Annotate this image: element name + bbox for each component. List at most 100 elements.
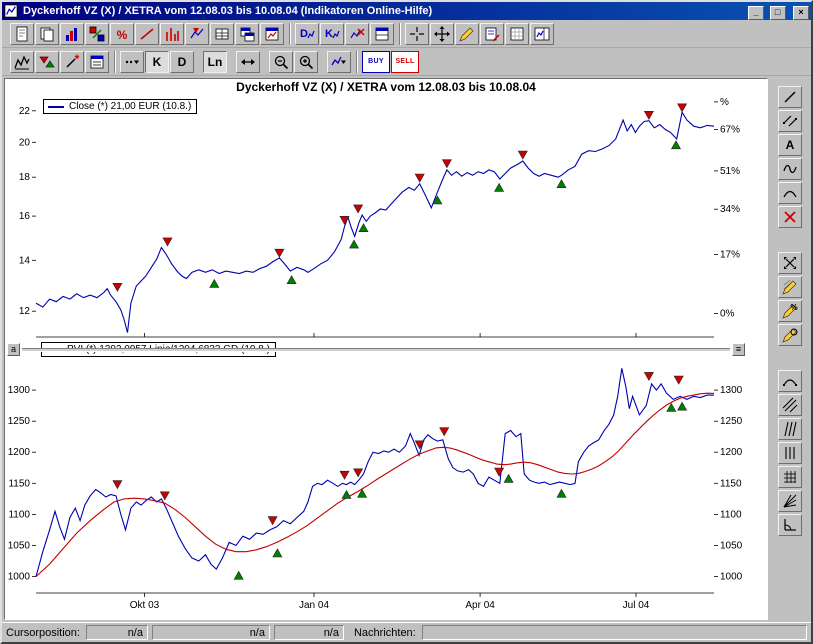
windows-button[interactable] [235, 23, 259, 45]
histogram-indicator-button[interactable] [160, 23, 184, 45]
percent-pen-tool[interactable]: % [778, 300, 802, 322]
new-chart-button[interactable] [10, 23, 34, 45]
grid-button[interactable] [505, 23, 529, 45]
angle-tool[interactable] [778, 514, 802, 536]
ellipse-pen-tool[interactable] [778, 324, 802, 346]
svg-text:1100: 1100 [720, 509, 742, 520]
zigzag-button[interactable] [10, 51, 34, 73]
signal-chart-button[interactable] [185, 23, 209, 45]
data-transfer-button[interactable] [85, 23, 109, 45]
arc-tool[interactable] [778, 182, 802, 204]
table-view-button[interactable] [210, 23, 234, 45]
svg-text:12: 12 [19, 306, 31, 317]
sell-marker [268, 517, 277, 525]
svg-text:20: 20 [19, 137, 31, 148]
titlebar[interactable]: Dyckerhoff VZ (X) / XETRA vom 12.08.03 b… [2, 2, 811, 20]
sell-marker [113, 283, 122, 291]
sell-button[interactable]: SELL [391, 51, 419, 73]
parallel-line-tool[interactable] [778, 110, 802, 132]
sell-marker [440, 428, 449, 436]
detail-k-button[interactable]: K [320, 23, 344, 45]
detail-d-button[interactable]: D [295, 23, 319, 45]
signals-button[interactable] [35, 51, 59, 73]
draw-pen-button[interactable] [455, 23, 479, 45]
splitter-a-button[interactable]: a [7, 343, 20, 356]
buy-marker [557, 489, 566, 497]
sell-marker [644, 111, 653, 119]
line-style-dropdown[interactable] [120, 51, 144, 73]
buy-marker [210, 280, 219, 288]
properties-button[interactable] [85, 51, 109, 73]
main-area: Dyckerhoff VZ (X) / XETRA vom 12.08.03 b… [2, 76, 811, 622]
grid-lines-tool[interactable] [778, 466, 802, 488]
svg-text:1050: 1050 [8, 541, 31, 552]
buy-button[interactable]: BUY [362, 51, 390, 73]
svg-text:Jan 04: Jan 04 [299, 600, 329, 611]
chart-window-button[interactable] [260, 23, 284, 45]
chart-type-button[interactable] [60, 23, 84, 45]
cursor-x-field: n/a [86, 625, 148, 640]
layout-button[interactable] [530, 23, 554, 45]
pvi-line [36, 368, 714, 576]
svg-text:34%: 34% [720, 204, 740, 215]
sell-marker [340, 216, 349, 224]
splitter-right-button[interactable]: ≡ [732, 343, 745, 356]
freehand-curve-tool[interactable] [778, 158, 802, 180]
chart-splitter[interactable] [22, 348, 730, 352]
notes-button[interactable] [480, 23, 504, 45]
delete-drawing-tool[interactable] [778, 206, 802, 228]
svg-text:1100: 1100 [8, 509, 30, 520]
arc-segment-tool[interactable] [778, 370, 802, 392]
cursor-value-field: n/a [274, 625, 344, 640]
maximize-button[interactable]: □ [770, 6, 786, 20]
zoom-in-button[interactable] [294, 51, 318, 73]
scale-dropdown[interactable] [327, 51, 351, 73]
svg-text:0%: 0% [720, 308, 735, 319]
sell-marker [674, 376, 683, 384]
fan-lines-tool[interactable] [778, 490, 802, 512]
trend-line-tool[interactable] [778, 86, 802, 108]
line-indicator-button[interactable] [135, 23, 159, 45]
log-scale-button[interactable]: Ln [203, 51, 227, 73]
new-panel-button[interactable] [370, 23, 394, 45]
toolbar-separator [114, 51, 116, 73]
move-button[interactable] [430, 23, 454, 45]
statusbar: Cursorposition: n/a n/a n/a Nachrichten: [2, 622, 811, 642]
zoom-out-button[interactable] [269, 51, 293, 73]
period-dropdown[interactable] [236, 51, 260, 73]
window-title: Dyckerhoff VZ (X) / XETRA vom 12.08.03 b… [23, 5, 747, 17]
minimize-button[interactable]: _ [748, 6, 764, 20]
cross-lines-tool[interactable] [778, 252, 802, 274]
toolbar-main: % DK [2, 20, 811, 48]
svg-text:%: % [790, 303, 797, 312]
svg-text:1300: 1300 [720, 385, 743, 396]
svg-text:%: % [117, 28, 128, 42]
vertical-lines-tool[interactable] [778, 442, 802, 464]
chart-title: Dyckerhoff VZ (X) / XETRA vom 12.08.03 b… [5, 80, 767, 94]
app-icon[interactable] [4, 4, 20, 18]
toolbar-gap [195, 51, 203, 73]
toolbar-separator [289, 23, 291, 45]
buy-marker [495, 183, 504, 191]
svg-text:D: D [300, 28, 308, 40]
crosshair-button[interactable] [405, 23, 429, 45]
chart-panel[interactable]: Dyckerhoff VZ (X) / XETRA vom 12.08.03 b… [4, 78, 768, 620]
toolbar-gap [319, 51, 327, 73]
titlebar-controls: _ □ × [747, 2, 809, 20]
text-tool[interactable]: A [778, 134, 802, 156]
toolbar-gap [786, 230, 794, 252]
diagonal-hatch-tool[interactable] [778, 394, 802, 416]
daily-chart-button[interactable]: D [170, 51, 194, 73]
steep-hatch-tool[interactable] [778, 418, 802, 440]
magic-pen-button[interactable]: * [60, 51, 84, 73]
hatch-pen-tool[interactable] [778, 276, 802, 298]
candle-chart-button[interactable]: K [145, 51, 169, 73]
remove-indicator-button[interactable] [345, 23, 369, 45]
messages-label: Nachrichten: [354, 627, 416, 639]
svg-text:1250: 1250 [720, 416, 743, 427]
percent-indicator-button[interactable]: % [110, 23, 134, 45]
copy-chart-button[interactable] [35, 23, 59, 45]
sell-marker [678, 104, 687, 112]
buy-marker [557, 180, 566, 188]
close-button[interactable]: × [793, 6, 809, 20]
